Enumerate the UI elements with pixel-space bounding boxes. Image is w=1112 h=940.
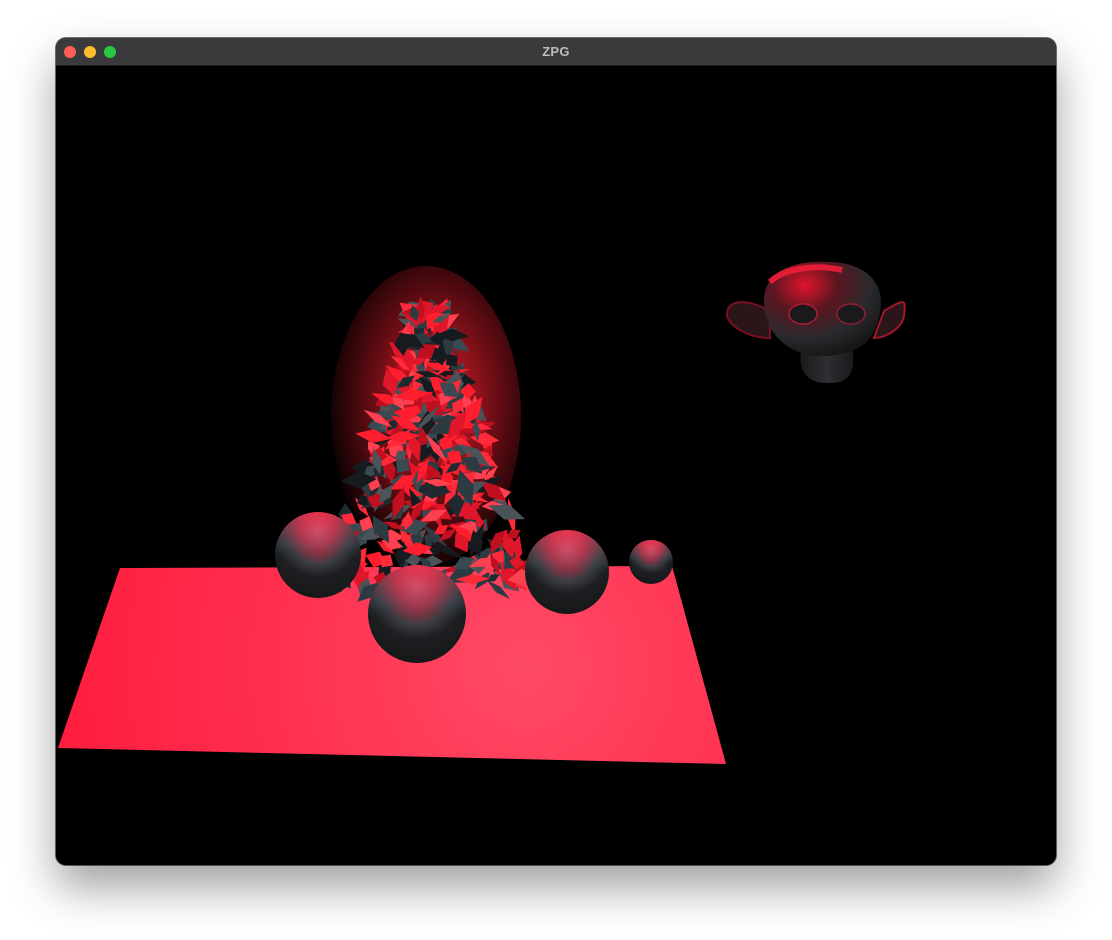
scene-canvas[interactable] xyxy=(56,66,1056,865)
window-title: ZPG xyxy=(542,44,570,59)
monkey-head-model xyxy=(725,261,906,384)
sphere xyxy=(629,540,673,584)
sphere xyxy=(525,530,609,614)
app-window: ZPG xyxy=(56,38,1056,865)
title-bar[interactable]: ZPG xyxy=(56,38,1056,66)
opengl-viewport[interactable] xyxy=(56,66,1056,865)
sphere xyxy=(275,512,361,598)
sphere xyxy=(368,565,466,663)
